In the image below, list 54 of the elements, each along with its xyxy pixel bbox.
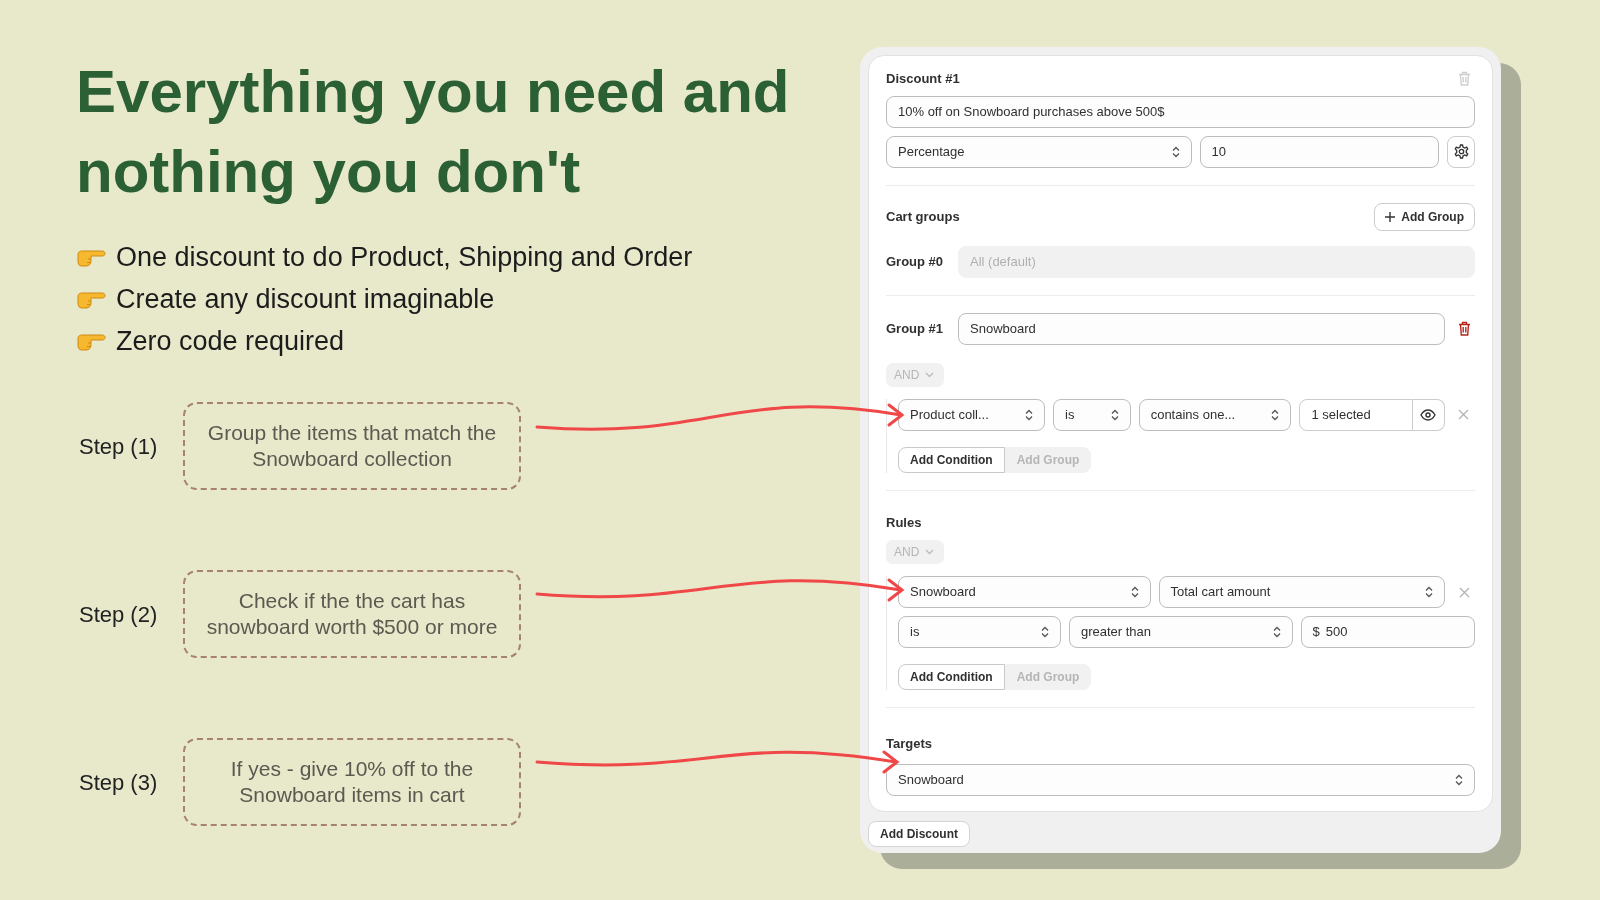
step-label: Step (2) bbox=[79, 600, 159, 629]
add-condition-button[interactable]: Add Condition bbox=[898, 446, 1005, 473]
close-icon bbox=[1458, 586, 1470, 598]
select-field[interactable]: Snowboard bbox=[886, 763, 1475, 796]
trash-icon bbox=[1457, 71, 1471, 87]
chevron-updown-icon bbox=[1110, 408, 1119, 421]
section-title: Targets bbox=[886, 735, 933, 753]
amount-field[interactable]: $ 500 bbox=[1300, 616, 1475, 648]
view-button[interactable] bbox=[1413, 398, 1445, 431]
select-field[interactable]: Total cart amount bbox=[1158, 576, 1445, 608]
chevron-updown-icon bbox=[1040, 626, 1049, 638]
add-discount-button[interactable]: Add Discount bbox=[868, 820, 970, 847]
chevron-updown-icon bbox=[1130, 586, 1139, 598]
chevron-down-icon bbox=[925, 549, 935, 555]
group-label: Group #0 bbox=[886, 252, 945, 271]
chevron-updown-icon bbox=[1272, 626, 1281, 638]
step-description: Check if the the cart has snowboard worth $500 or more bbox=[183, 570, 521, 658]
chevron-updown-icon bbox=[1025, 408, 1033, 421]
step-label: Step (1) bbox=[79, 432, 159, 461]
eye-icon bbox=[1420, 408, 1437, 421]
step-description: Group the items that match the Snowboard collection bbox=[183, 402, 521, 490]
text-field[interactable]: 10% off on Snowboard purchases above 500$ bbox=[886, 95, 1475, 128]
step-label: Step (3) bbox=[79, 768, 159, 797]
select-field[interactable]: Percentage bbox=[886, 135, 1192, 168]
add-group-button[interactable]: Add Group bbox=[1374, 202, 1475, 231]
chevron-updown-icon bbox=[1425, 586, 1433, 598]
bullet-text: Zero code required bbox=[116, 324, 345, 358]
bullet-text: Create any discount imaginable bbox=[116, 282, 495, 316]
settings-icon bbox=[1453, 144, 1469, 159]
select-field[interactable]: Product coll... bbox=[898, 398, 1045, 431]
bullet-text: One discount to do Product, Shipping and Order bbox=[116, 240, 693, 274]
chevron-updown-icon bbox=[1455, 773, 1463, 786]
plus-icon bbox=[1385, 211, 1396, 222]
step-description: If yes - give 10% off to the Snowboard items in cart bbox=[183, 738, 521, 826]
number-field[interactable]: 10 bbox=[1199, 135, 1439, 168]
settings-button[interactable] bbox=[1447, 135, 1475, 168]
section-title: Cart groups bbox=[886, 207, 960, 226]
section-title: Rules bbox=[886, 513, 923, 532]
chevron-down-icon bbox=[925, 371, 935, 378]
select-field[interactable]: is bbox=[1053, 398, 1131, 431]
select-field[interactable]: is bbox=[898, 616, 1061, 648]
chevron-updown-icon bbox=[1171, 145, 1180, 158]
select-field[interactable]: greater than bbox=[1068, 616, 1293, 648]
headline: Everything you need and nothing you don't bbox=[76, 57, 791, 207]
close-icon bbox=[1458, 409, 1470, 420]
selection-field[interactable]: 1 selected bbox=[1299, 398, 1413, 431]
section-title: Discount #1 bbox=[886, 70, 960, 88]
add-condition-button[interactable]: Add Condition bbox=[898, 664, 1005, 690]
select-field[interactable]: contains one... bbox=[1138, 398, 1292, 431]
group-label: Group #1 bbox=[886, 319, 945, 338]
select-field[interactable]: Snowboard bbox=[898, 576, 1151, 608]
chevron-updown-icon bbox=[1271, 408, 1280, 421]
trash-icon bbox=[1457, 321, 1471, 336]
text-field[interactable]: Snowboard bbox=[958, 312, 1445, 345]
